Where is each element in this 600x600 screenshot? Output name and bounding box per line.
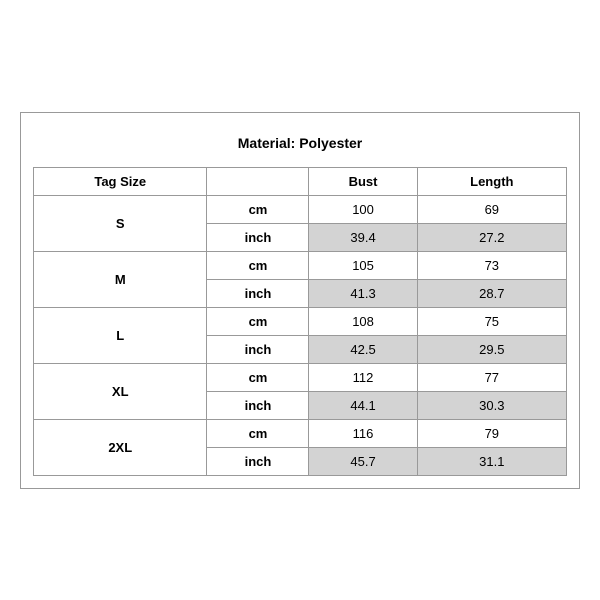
bust-inch-value: 42.5 bbox=[309, 335, 417, 363]
size-cell: XL bbox=[34, 363, 207, 419]
size-cell: 2XL bbox=[34, 419, 207, 475]
length-cm-value: 79 bbox=[417, 419, 566, 447]
bust-inch-value: 45.7 bbox=[309, 447, 417, 475]
unit-cell-inch: inch bbox=[207, 335, 309, 363]
length-cm-value: 73 bbox=[417, 251, 566, 279]
size-cell: M bbox=[34, 251, 207, 307]
bust-cm-value: 100 bbox=[309, 195, 417, 223]
size-cell: S bbox=[34, 195, 207, 251]
unit-cell-cm: cm bbox=[207, 307, 309, 335]
length-cm-value: 75 bbox=[417, 307, 566, 335]
bust-cm-value: 112 bbox=[309, 363, 417, 391]
length-cm-value: 69 bbox=[417, 195, 566, 223]
unit-cell-inch: inch bbox=[207, 447, 309, 475]
table-row: Mcm10573 bbox=[34, 251, 567, 279]
table-row: Lcm10875 bbox=[34, 307, 567, 335]
unit-cell-cm: cm bbox=[207, 195, 309, 223]
header-unit bbox=[207, 167, 309, 195]
length-inch-value: 27.2 bbox=[417, 223, 566, 251]
bust-cm-value: 105 bbox=[309, 251, 417, 279]
bust-cm-value: 108 bbox=[309, 307, 417, 335]
unit-cell-inch: inch bbox=[207, 223, 309, 251]
unit-cell-inch: inch bbox=[207, 391, 309, 419]
table-row: XLcm11277 bbox=[34, 363, 567, 391]
bust-inch-value: 41.3 bbox=[309, 279, 417, 307]
chart-title: Material: Polyester bbox=[33, 125, 567, 167]
bust-inch-value: 39.4 bbox=[309, 223, 417, 251]
length-inch-value: 28.7 bbox=[417, 279, 566, 307]
length-cm-value: 77 bbox=[417, 363, 566, 391]
table-row: 2XLcm11679 bbox=[34, 419, 567, 447]
header-length: Length bbox=[417, 167, 566, 195]
unit-cell-cm: cm bbox=[207, 251, 309, 279]
unit-cell-cm: cm bbox=[207, 419, 309, 447]
table-row: Scm10069 bbox=[34, 195, 567, 223]
unit-cell-inch: inch bbox=[207, 279, 309, 307]
length-inch-value: 30.3 bbox=[417, 391, 566, 419]
length-inch-value: 31.1 bbox=[417, 447, 566, 475]
bust-cm-value: 116 bbox=[309, 419, 417, 447]
header-tag-size: Tag Size bbox=[34, 167, 207, 195]
header-bust: Bust bbox=[309, 167, 417, 195]
length-inch-value: 29.5 bbox=[417, 335, 566, 363]
bust-inch-value: 44.1 bbox=[309, 391, 417, 419]
size-chart-container: Material: Polyester Tag Size Bust Length… bbox=[20, 112, 580, 489]
unit-cell-cm: cm bbox=[207, 363, 309, 391]
size-cell: L bbox=[34, 307, 207, 363]
size-table: Tag Size Bust Length Scm10069inch39.427.… bbox=[33, 167, 567, 476]
